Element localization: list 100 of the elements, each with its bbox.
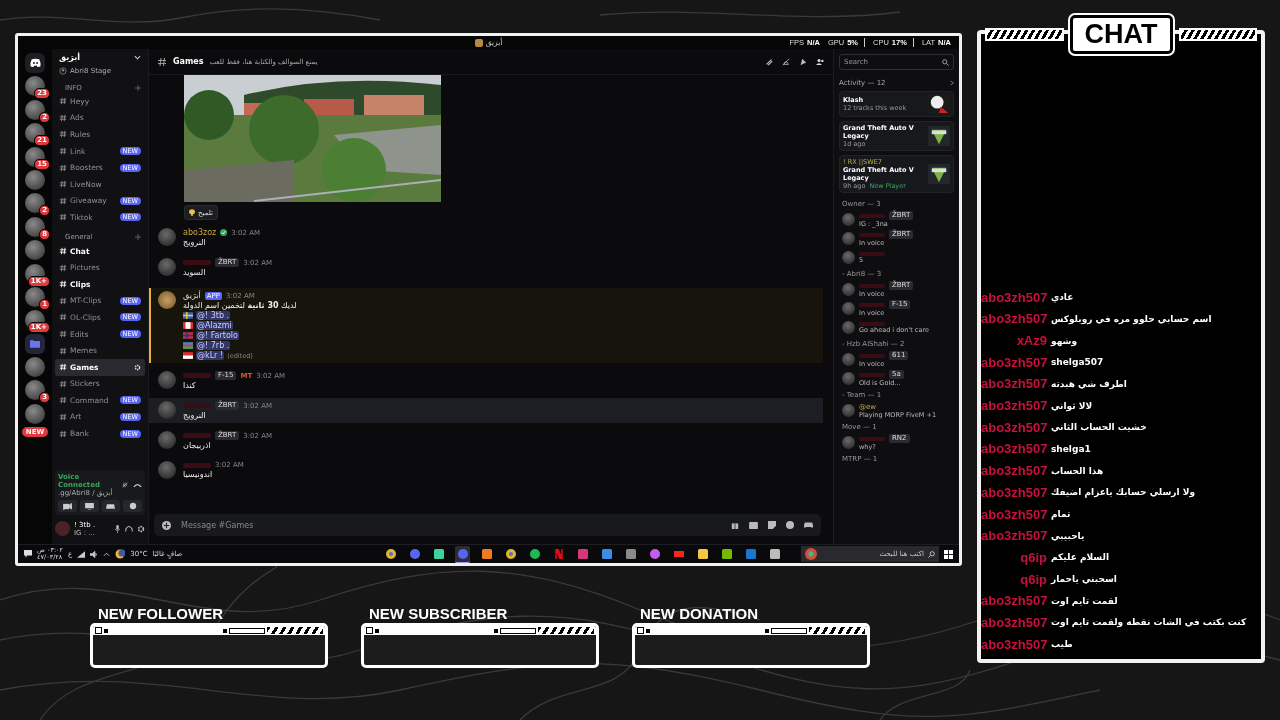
hash-icon [59, 413, 67, 421]
message-text: لديك 30 ثانية لتخمين اسم الدولة [183, 301, 297, 310]
alert-title: NEW DONATION [640, 605, 760, 623]
user-mention[interactable]: @Alazmi [196, 321, 233, 330]
user-mention[interactable]: @! 3tb . [196, 311, 231, 320]
headphones-icon[interactable] [125, 524, 133, 533]
chevron-icon[interactable] [950, 80, 954, 86]
disconnect-icon[interactable] [133, 482, 142, 488]
message-text: كندا [183, 381, 196, 390]
chat-username: xAz9 [1015, 333, 1047, 349]
server-icon[interactable] [25, 123, 45, 144]
chat-username: abo3zh507 [981, 463, 1047, 479]
activity-button[interactable] [101, 500, 121, 512]
chat-username: q6ip [1019, 571, 1047, 587]
settings-icon[interactable] [134, 363, 141, 371]
chat-username: abo3zh507 [981, 311, 1047, 327]
weather-icon[interactable] [115, 549, 126, 559]
monitor-icon [84, 502, 94, 510]
server-icon[interactable] [25, 99, 45, 120]
folder-icon[interactable] [25, 333, 45, 354]
avatar[interactable] [158, 401, 176, 419]
threads-icon[interactable] [765, 57, 773, 66]
alert-title: NEW FOLLOWER [98, 605, 224, 623]
avatar[interactable] [158, 258, 176, 276]
author-name[interactable]: أبرَيق [183, 291, 201, 300]
chat-message: عادي [1051, 292, 1074, 303]
app-icon[interactable] [455, 545, 470, 563]
server-icon[interactable] [25, 76, 45, 97]
avatar[interactable] [158, 291, 176, 309]
alert-title: NEW SUBSCRIBER [369, 605, 509, 623]
hash-icon [59, 213, 67, 222]
start-icon[interactable] [944, 549, 953, 559]
chat-message: هذا الحساب [1051, 465, 1104, 476]
chat-username: abo3zh507 [981, 419, 1047, 435]
hash-icon [59, 113, 67, 122]
chat-username: abo3zh507 [981, 354, 1047, 370]
hash-icon [59, 379, 67, 388]
wifi-icon[interactable] [77, 550, 86, 558]
volume-icon[interactable] [90, 550, 99, 558]
gift-icon[interactable] [731, 521, 739, 529]
stage-icon [59, 66, 67, 75]
search-icon [942, 58, 949, 66]
avatar[interactable] [158, 228, 176, 246]
chat-username: q6ip [1019, 549, 1047, 565]
hash-icon [59, 163, 67, 172]
author-name[interactable]: abo3zoz [183, 228, 217, 237]
chat-message: اسحبني ياحمار [1051, 574, 1117, 585]
microphone-icon[interactable] [114, 524, 121, 533]
discord-home-button[interactable] [25, 53, 45, 73]
chat-message: ياحبيبي [1051, 530, 1085, 541]
chat-message: وشهو [1051, 335, 1078, 346]
screen-share-button[interactable] [79, 500, 99, 512]
add-icon[interactable] [162, 520, 171, 530]
chat-message: تمام [1051, 509, 1071, 520]
user-mention[interactable]: @! 7rb . [196, 341, 231, 350]
pin-icon[interactable] [799, 57, 807, 66]
hash-icon [59, 263, 67, 272]
hash-icon [59, 280, 67, 289]
camera-button[interactable] [58, 500, 77, 512]
hash-icon [59, 313, 67, 322]
hash-icon [59, 429, 67, 438]
avatar[interactable] [158, 461, 176, 479]
members-icon[interactable] [816, 57, 825, 66]
chat-message: shelga507 [1051, 357, 1104, 368]
chat-username: abo3zh507 [981, 593, 1047, 609]
chat-message: اطرف شي هبدته [1051, 378, 1127, 389]
soundboard-button[interactable] [123, 500, 142, 512]
avatar[interactable] [158, 371, 176, 389]
chat-message: لالا ثواني [1051, 400, 1093, 411]
discord-logo [28, 58, 42, 68]
message-field[interactable]: Message #Games [181, 520, 721, 530]
chevron-icon [134, 54, 141, 60]
chat-message: خشيت الحساب الثاني [1051, 422, 1147, 433]
hash-icon [59, 396, 67, 405]
chat-title: CHAT [1069, 14, 1173, 54]
mute-icon[interactable] [782, 57, 790, 66]
notification-icon[interactable] [24, 550, 32, 558]
chat-username: abo3zh507 [981, 614, 1047, 630]
chat-message: طيب [1051, 639, 1073, 650]
hash-icon [59, 296, 67, 305]
server-icon[interactable] [25, 216, 45, 237]
hash-icon [59, 363, 67, 372]
user-mention[interactable]: @! Fartolo [196, 331, 239, 340]
hash-icon [59, 247, 67, 256]
hash-icon [59, 130, 67, 139]
chat-username: abo3zh507 [981, 289, 1047, 305]
avatar[interactable] [158, 431, 176, 449]
message-text: النرويج [183, 411, 206, 420]
message-bar[interactable]: Message #Games [154, 514, 821, 536]
chat-username: abo3zh507 [981, 376, 1047, 392]
sticker-icon[interactable] [768, 521, 776, 529]
hash-icon [59, 97, 67, 106]
search-icon [928, 550, 935, 558]
settings-icon[interactable] [137, 524, 145, 533]
server-header[interactable]: أبرَيق [55, 49, 145, 65]
server-icon[interactable] [25, 193, 45, 214]
message-text: النرويج [183, 238, 206, 247]
user-mention[interactable]: @kLr ! [196, 351, 225, 360]
caret-icon[interactable] [103, 551, 111, 557]
noise-suppression-icon[interactable] [121, 481, 129, 489]
